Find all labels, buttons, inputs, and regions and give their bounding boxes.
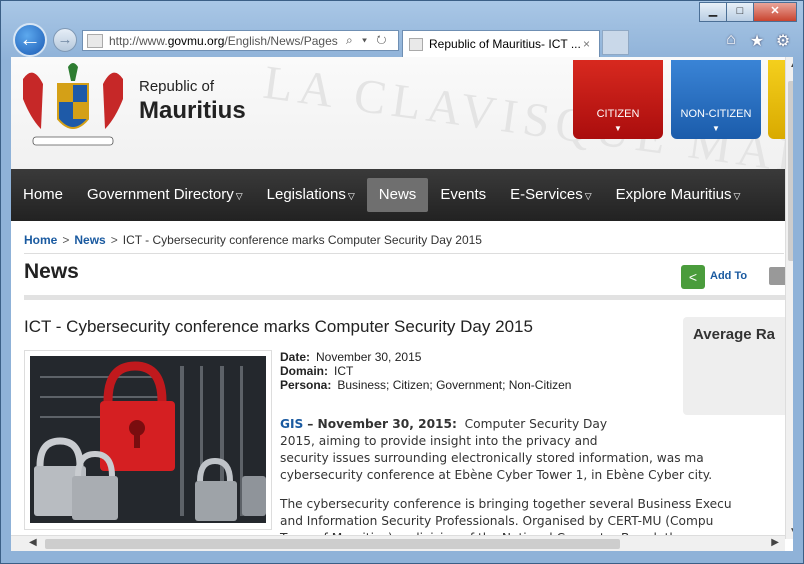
article-meta: Date: November 30, 2015 Domain: ICT Person… xyxy=(280,350,571,392)
vertical-scroll-thumb[interactable] xyxy=(788,81,793,261)
scroll-down-icon[interactable]: ▼ xyxy=(789,526,793,537)
average-rating-title: Average Ra xyxy=(693,326,775,343)
breadcrumb-home-link[interactable]: Home xyxy=(24,233,57,247)
caret-down-icon: ▽ xyxy=(733,191,741,201)
site-subtitle: Republic of xyxy=(139,78,215,95)
chevron-down-icon: ▼ xyxy=(712,124,720,133)
new-tab-button[interactable] xyxy=(602,30,629,55)
nav-legislations[interactable]: Legislations ▽ xyxy=(255,178,367,212)
page-viewport: LA CLAVISQUE MARIS Republic of Mauritius… xyxy=(11,57,793,551)
non-citizen-button[interactable]: NON-CITIZEN ▼ xyxy=(671,60,761,139)
nav-e-services[interactable]: E-Services ▽ xyxy=(498,178,603,212)
forward-arrow-icon: → xyxy=(57,31,73,48)
back-arrow-icon: ← xyxy=(19,26,41,51)
tab-title: Republic of Mauritius- ICT ... xyxy=(429,37,581,51)
nav-events[interactable]: Events xyxy=(428,178,498,212)
breadcrumb: Home > News > ICT - Cybersecurity conference… xyxy=(24,233,482,247)
article-image xyxy=(30,356,266,523)
gear-icon[interactable]: ⚙ xyxy=(775,31,791,51)
main-navigation: Home Government Directory ▽ Legislations ▽… xyxy=(11,169,793,221)
address-controls[interactable]: ⌕ ▾ ↻ xyxy=(346,33,398,48)
tab-close-icon[interactable]: × xyxy=(583,37,599,51)
chevron-down-icon: ▼ xyxy=(614,124,622,133)
divider xyxy=(24,253,784,254)
nav-explore-mauritius[interactable]: Explore Mauritius ▽ xyxy=(604,178,753,212)
caret-down-icon: ▽ xyxy=(347,191,355,201)
meta-domain: Domain: ICT xyxy=(280,364,354,378)
average-rating-panel: Average Ra xyxy=(683,317,793,415)
tab-active[interactable]: Republic of Mauritius- ICT ... × xyxy=(402,30,600,57)
scroll-right-icon[interactable]: ▶ xyxy=(771,537,779,548)
browser-window: ▁ □ ✕ ← → http://www.govmu.org/English/N… xyxy=(0,0,804,564)
horizontal-scroll-thumb[interactable] xyxy=(45,539,620,549)
vertical-scrollbar[interactable]: ▲ ▼ xyxy=(785,57,793,539)
site-header: LA CLAVISQUE MARIS Republic of Mauritius… xyxy=(11,57,793,193)
scroll-left-icon[interactable]: ◀ xyxy=(29,537,37,548)
meta-date: Date: November 30, 2015 xyxy=(280,350,422,364)
breadcrumb-separator: > xyxy=(62,233,70,247)
page-title: News xyxy=(24,260,79,283)
site-title: Mauritius xyxy=(139,97,246,124)
nav-government-directory[interactable]: Government Directory ▽ xyxy=(75,178,255,212)
gis-label: GIS xyxy=(280,417,304,431)
tab-favicon-icon xyxy=(409,37,423,51)
forward-button[interactable]: → xyxy=(53,28,77,52)
share-icon[interactable]: < xyxy=(681,265,705,289)
article-paragraph: GIS – November 30, 2015: Computer Securi… xyxy=(280,417,713,482)
article-body: GIS – November 30, 2015: Computer Securi… xyxy=(280,416,784,551)
url-text[interactable]: http://www.govmu.org/English/News/Pages xyxy=(109,34,346,48)
close-window-button[interactable]: ✕ xyxy=(753,2,797,22)
breadcrumb-current: ICT - Cybersecurity conference marks Com… xyxy=(122,233,482,247)
add-to-link[interactable]: Add To xyxy=(710,270,747,282)
breadcrumb-news-link[interactable]: News xyxy=(74,233,105,247)
scroll-up-icon[interactable]: ▲ xyxy=(789,59,793,70)
minimize-button[interactable]: ▁ xyxy=(699,2,727,22)
nav-news[interactable]: News xyxy=(366,178,429,212)
home-icon[interactable]: ⌂ xyxy=(723,31,739,51)
divider-thick xyxy=(24,295,786,300)
coat-of-arms-logo[interactable] xyxy=(13,59,133,151)
address-bar[interactable]: http://www.govmu.org/English/News/Pages … xyxy=(82,30,399,51)
article-title: ICT - Cybersecurity conference marks Com… xyxy=(24,317,533,336)
horizontal-scrollbar[interactable]: ◀ ▶ xyxy=(11,535,785,551)
site-favicon-icon xyxy=(87,33,103,48)
maximize-button[interactable]: □ xyxy=(726,2,754,22)
article-image-frame xyxy=(24,350,272,530)
browser-toolbar: ⌂ ★ ⚙ xyxy=(723,31,791,51)
back-button[interactable]: ← xyxy=(13,23,47,57)
caret-down-icon: ▽ xyxy=(235,191,243,201)
window-controls: ▁ □ ✕ xyxy=(699,2,797,22)
caret-down-icon: ▽ xyxy=(584,191,592,201)
nav-home[interactable]: Home xyxy=(11,178,75,212)
meta-persona: Persona: Business; Citizen; Government; N… xyxy=(280,378,572,392)
favorites-star-icon[interactable]: ★ xyxy=(749,31,765,51)
breadcrumb-separator: > xyxy=(110,233,118,247)
citizen-button[interactable]: CITIZEN ▼ xyxy=(573,60,663,139)
